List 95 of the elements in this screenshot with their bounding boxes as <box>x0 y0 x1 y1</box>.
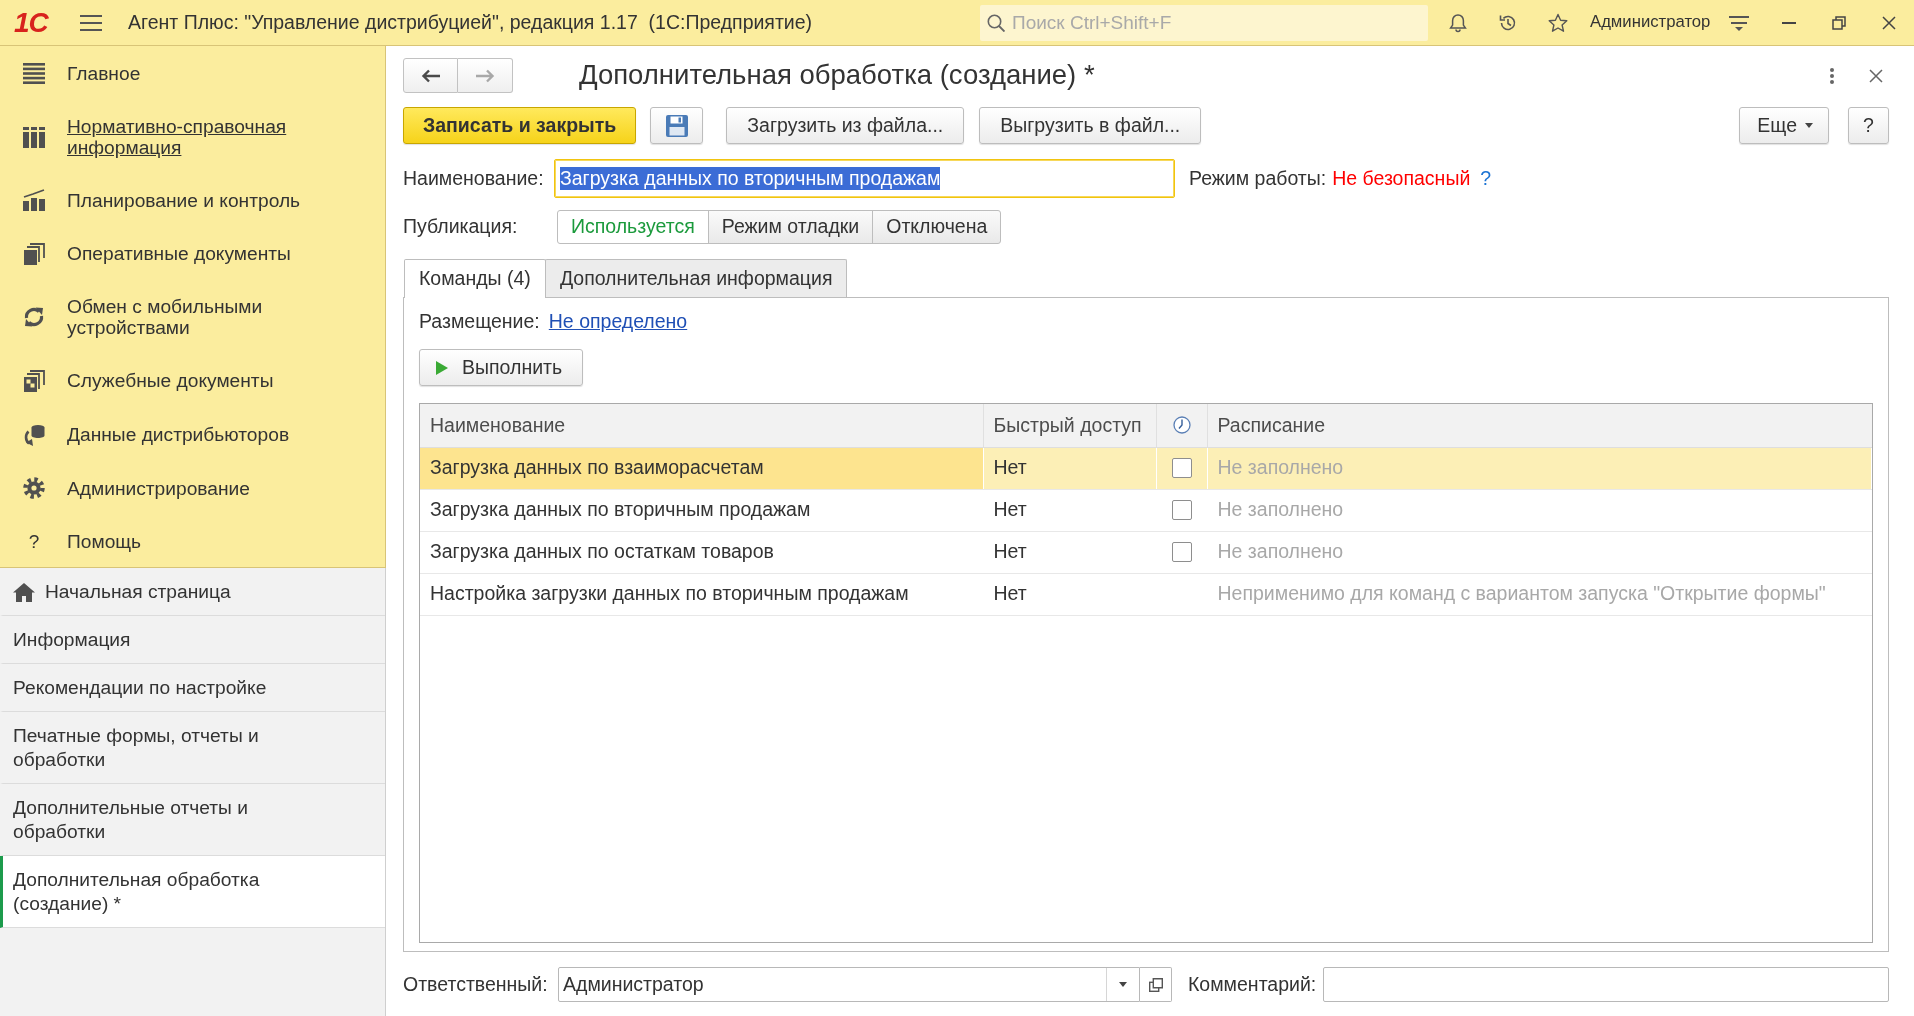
sidebar-link[interactable]: Данные дистрибьюторов <box>67 424 357 446</box>
sidebar-link[interactable]: Помощь <box>67 530 357 552</box>
checkbox[interactable] <box>1171 542 1192 562</box>
tab[interactable]: Дополнительная информация <box>544 259 848 297</box>
restore-icon[interactable] <box>1832 15 1847 30</box>
checkbox[interactable] <box>1171 500 1192 520</box>
close-icon[interactable] <box>1882 15 1897 30</box>
field-label: Размещение: <box>419 310 540 332</box>
filter-icon[interactable] <box>1729 14 1750 31</box>
open-window-tab[interactable]: Начальная страница <box>0 568 385 617</box>
app-logo[interactable]: 1С <box>14 8 48 37</box>
sidebar-link[interactable]: Оперативные документы <box>67 243 357 265</box>
placement-link[interactable]: Не определено <box>548 310 688 332</box>
segment-button[interactable]: Режим отладки <box>707 210 874 244</box>
field-label: Режим работы: <box>1189 166 1327 191</box>
name-field[interactable]: Загрузка данных по вторичным продажам <box>554 159 1175 198</box>
arrow-right-icon <box>475 68 495 83</box>
save-button[interactable] <box>650 107 704 144</box>
tab[interactable]: Команды (4) <box>404 259 546 298</box>
help-button[interactable]: ? <box>1848 107 1889 144</box>
form-title: Дополнительная обработка (создание) * <box>579 60 1095 91</box>
table-row[interactable]: Загрузка данных по остаткам товаров Нет Не заполнено <box>420 531 1872 573</box>
back-button[interactable] <box>403 58 458 93</box>
checkbox[interactable] <box>1171 458 1192 478</box>
column-header[interactable]: Наименование <box>420 404 983 447</box>
arrow-left-icon <box>420 68 441 83</box>
open-button[interactable] <box>1140 967 1172 1002</box>
sidebar-link[interactable]: Обмен с мобильными устройствами <box>67 296 357 339</box>
database-sync-icon <box>23 423 45 446</box>
toolbar-button[interactable]: Загрузить из файла... <box>726 107 965 144</box>
refresh-icon <box>23 306 45 329</box>
save-and-close-button[interactable]: Записать и закрыть <box>403 107 637 144</box>
sidebar-link[interactable]: Администрирование <box>67 477 357 499</box>
table-cell: Нет <box>983 573 1156 615</box>
sidebar-link[interactable]: Главное <box>67 62 357 84</box>
sidebar-link[interactable]: Планирование и контроль <box>67 189 357 211</box>
table-row[interactable]: Настройка загрузки данных по вторичным продажам Нет Неприменимо для команд с вариантом запуска "Открытие формы" <box>420 573 1872 615</box>
table-cell: Настройка загрузки данных по вторичным продажам <box>420 573 983 615</box>
user-name[interactable]: Администратор <box>1590 12 1711 33</box>
table-cell: Нет <box>983 531 1156 573</box>
segment-button[interactable]: Используется <box>557 210 709 244</box>
star-icon[interactable] <box>1548 12 1568 33</box>
table-cell: Не заполнено <box>1207 447 1872 489</box>
run-button[interactable]: Выполнить <box>419 349 584 386</box>
segment-button[interactable]: Отключена <box>872 210 1002 244</box>
column-header[interactable] <box>1156 404 1207 447</box>
open-window-tab[interactable]: Дополнительная обработка (создание) * <box>0 856 385 929</box>
sidebar-link[interactable]: Нормативно-справочная информация <box>67 115 357 158</box>
more-icon[interactable] <box>1830 67 1834 84</box>
help-link[interactable]: ? <box>1480 166 1492 191</box>
table-cell: Нет <box>983 489 1156 531</box>
open-window-tab[interactable]: Рекомендации по настройке <box>0 664 385 713</box>
bar-chart-icon <box>23 189 45 212</box>
caret-icon <box>1805 123 1813 128</box>
gear-icon <box>23 477 45 500</box>
list-icon <box>23 62 45 84</box>
open-window-tab[interactable]: Печатные формы, отчеты и обработки <box>0 712 385 785</box>
table-row[interactable]: Загрузка данных по вторичным продажам Нет Не заполнено <box>420 489 1872 531</box>
open-window-tab[interactable]: Информация <box>0 616 385 665</box>
field-label: Наименование: <box>403 166 545 191</box>
responsible-field[interactable]: Администратор <box>558 967 1140 1002</box>
column-header[interactable]: Расписание <box>1207 404 1872 447</box>
table-cell: Загрузка данных по остаткам товаров <box>420 531 983 573</box>
home-icon <box>13 582 35 602</box>
table-cell: Загрузка данных по вторичным продажам <box>420 489 983 531</box>
documents-icon <box>23 242 45 265</box>
columns-icon <box>23 125 45 148</box>
search-field[interactable]: Поиск Ctrl+Shift+F <box>980 4 1428 41</box>
minimize-icon[interactable] <box>1782 21 1797 24</box>
toolbar-button[interactable]: Выгрузить в файл... <box>979 107 1202 144</box>
open-window-icon <box>1148 977 1163 992</box>
search-icon <box>987 13 1005 32</box>
field-label: Комментарий: <box>1188 972 1318 997</box>
sidebar-link[interactable]: Служебные документы <box>67 370 357 392</box>
play-icon <box>436 360 448 375</box>
menu-icon[interactable] <box>80 14 102 31</box>
column-header[interactable]: Быстрый доступ <box>983 404 1156 447</box>
window-title: Агент Плюс: "Управление дистрибуцией", редакция 1.17 (1С:Предприятие) <box>128 10 814 35</box>
more-button[interactable]: Еще <box>1739 107 1829 144</box>
table-row[interactable]: Загрузка данных по взаиморасчетам Нет Не заполнено <box>420 447 1872 489</box>
table-cell: Не заполнено <box>1207 489 1872 531</box>
field-label: Ответственный: <box>403 972 549 997</box>
table-cell: Загрузка данных по взаиморасчетам <box>420 447 983 489</box>
bell-icon[interactable] <box>1448 12 1468 33</box>
clock-icon <box>1172 416 1191 435</box>
comment-field[interactable] <box>1323 967 1889 1002</box>
close-icon[interactable] <box>1869 68 1883 83</box>
table-cell: Нет <box>983 447 1156 489</box>
table-cell: Не заполнено <box>1207 531 1872 573</box>
table-cell: Неприменимо для команд с вариантом запуска "Открытие формы" <box>1207 573 1872 615</box>
caret-icon[interactable] <box>1119 982 1127 987</box>
mode-value: Не безопасный <box>1332 166 1471 191</box>
field-label: Публикация: <box>403 215 519 239</box>
help-icon: ? <box>23 530 45 552</box>
documents-icon <box>23 369 45 392</box>
